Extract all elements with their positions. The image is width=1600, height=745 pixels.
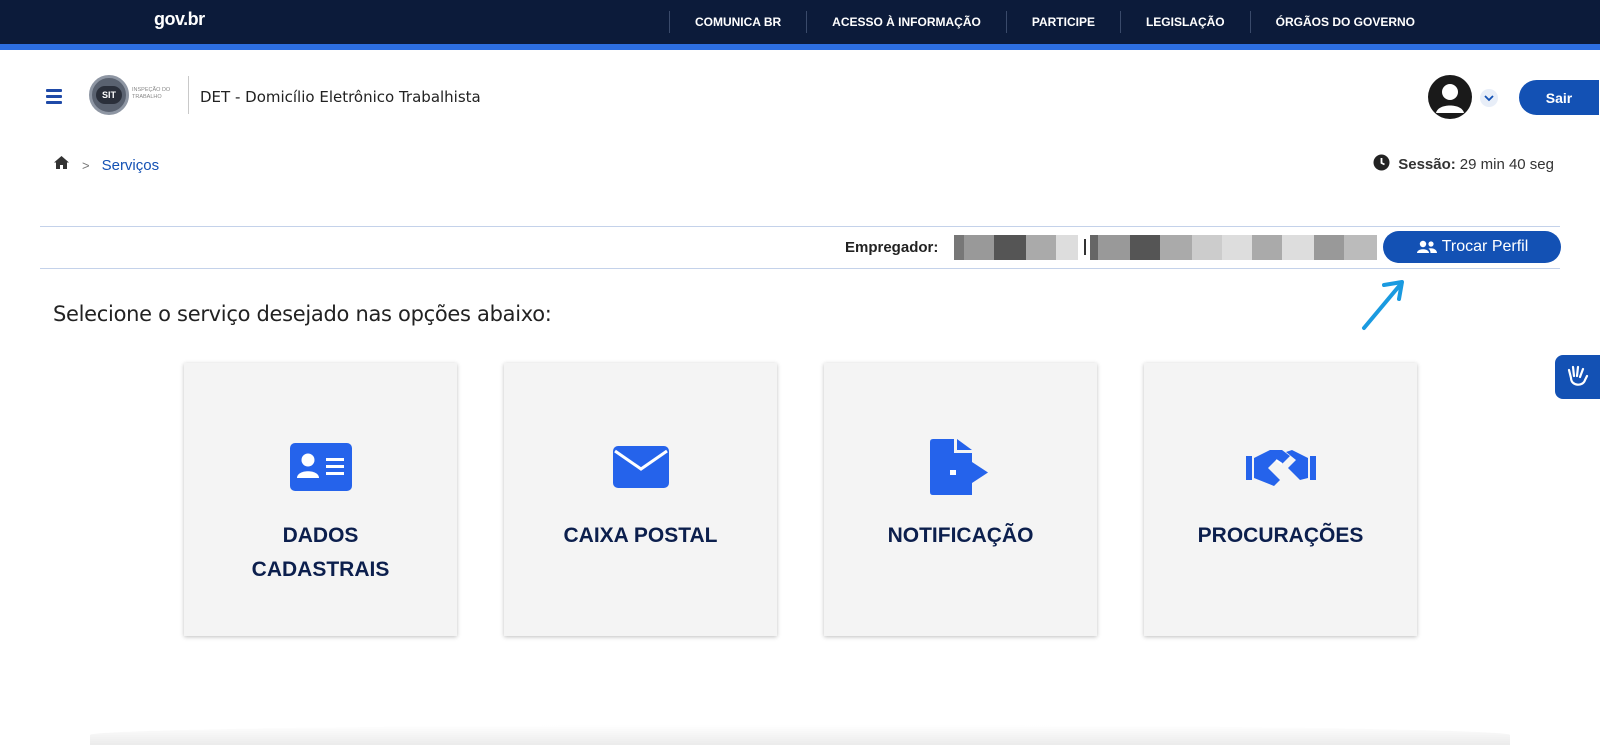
employer-id-redacted xyxy=(954,235,1078,260)
nav-comunica-br[interactable]: COMUNICA BR xyxy=(668,11,806,33)
app-title: DET - Domicílio Eletrônico Trabalhista xyxy=(200,88,481,106)
file-export-icon xyxy=(929,439,992,495)
card-label: DADOS CADASTRAIS xyxy=(251,524,390,581)
sign-language-icon[interactable] xyxy=(1555,355,1600,399)
card-caixa-postal[interactable]: CAIXA POSTAL xyxy=(504,363,777,636)
id-card-icon xyxy=(289,439,352,495)
envelope-icon xyxy=(612,439,669,495)
session-remaining: 29 min 40 seg xyxy=(1459,156,1554,173)
services-prompt: Selecione o serviço desejado nas opções … xyxy=(53,302,552,326)
card-label: CAIXA POSTAL xyxy=(563,524,718,547)
card-dados-cadastrais[interactable]: DADOS CADASTRAIS xyxy=(184,363,457,636)
switch-profile-label: Trocar Perfil xyxy=(1441,238,1529,255)
sit-logo-text: INSPEÇÃO DO TRABALHO xyxy=(132,87,171,100)
switch-profile-button[interactable]: Trocar Perfil xyxy=(1383,231,1561,263)
home-icon[interactable] xyxy=(53,155,70,175)
service-cards: DADOS CADASTRAIS CAIXA POSTAL NOTIFICAÇÃ… xyxy=(184,363,1417,636)
card-procuracoes[interactable]: PROCURAÇÕES xyxy=(1144,363,1417,636)
footer-shadow xyxy=(90,725,1510,745)
employer-bar: Empregador: Trocar Perfil xyxy=(40,226,1561,269)
gov-top-nav: COMUNICA BR ACESSO À INFORMAÇÃO PARTICIP… xyxy=(668,0,1440,44)
user-avatar-icon[interactable] xyxy=(1428,75,1472,119)
session-timer: Sessão: 29 min 40 seg xyxy=(1373,154,1554,175)
card-notificacao[interactable]: NOTIFICAÇÃO xyxy=(824,363,1097,636)
card-label: NOTIFICAÇÃO xyxy=(887,524,1034,547)
clock-icon xyxy=(1373,154,1390,175)
session-label: Sessão: xyxy=(1398,156,1456,173)
chevron-down-icon[interactable] xyxy=(1480,89,1498,107)
handshake-icon xyxy=(1245,439,1316,495)
nav-participe[interactable]: PARTICIPE xyxy=(1005,11,1120,33)
logout-button[interactable]: Sair xyxy=(1519,80,1599,115)
card-label: PROCURAÇÕES xyxy=(1197,524,1364,547)
employer-label: Empregador: xyxy=(845,239,939,256)
govbr-logo[interactable]: gov.br xyxy=(154,9,205,30)
employer-separator xyxy=(1084,239,1086,255)
menu-icon[interactable] xyxy=(46,89,62,104)
logo-divider xyxy=(188,76,189,114)
gov-topbar: gov.br COMUNICA BR ACESSO À INFORMAÇÃO P… xyxy=(0,0,1600,44)
annotation-arrow-icon xyxy=(1360,277,1410,337)
breadcrumb-separator: > xyxy=(82,157,90,173)
breadcrumb-servicos[interactable]: Serviços xyxy=(102,157,160,174)
employer-name-redacted xyxy=(1090,235,1377,260)
nav-acesso-informacao[interactable]: ACESSO À INFORMAÇÃO xyxy=(806,11,1006,33)
sit-badge: SIT xyxy=(96,86,122,104)
users-icon xyxy=(1416,240,1437,253)
breadcrumb: > Serviços xyxy=(53,155,159,175)
sit-logo[interactable]: SIT xyxy=(89,75,129,115)
topbar-stripe xyxy=(0,44,1600,50)
nav-legislacao[interactable]: LEGISLAÇÃO xyxy=(1119,11,1250,33)
nav-orgaos-governo[interactable]: ÓRGÃOS DO GOVERNO xyxy=(1249,11,1440,33)
